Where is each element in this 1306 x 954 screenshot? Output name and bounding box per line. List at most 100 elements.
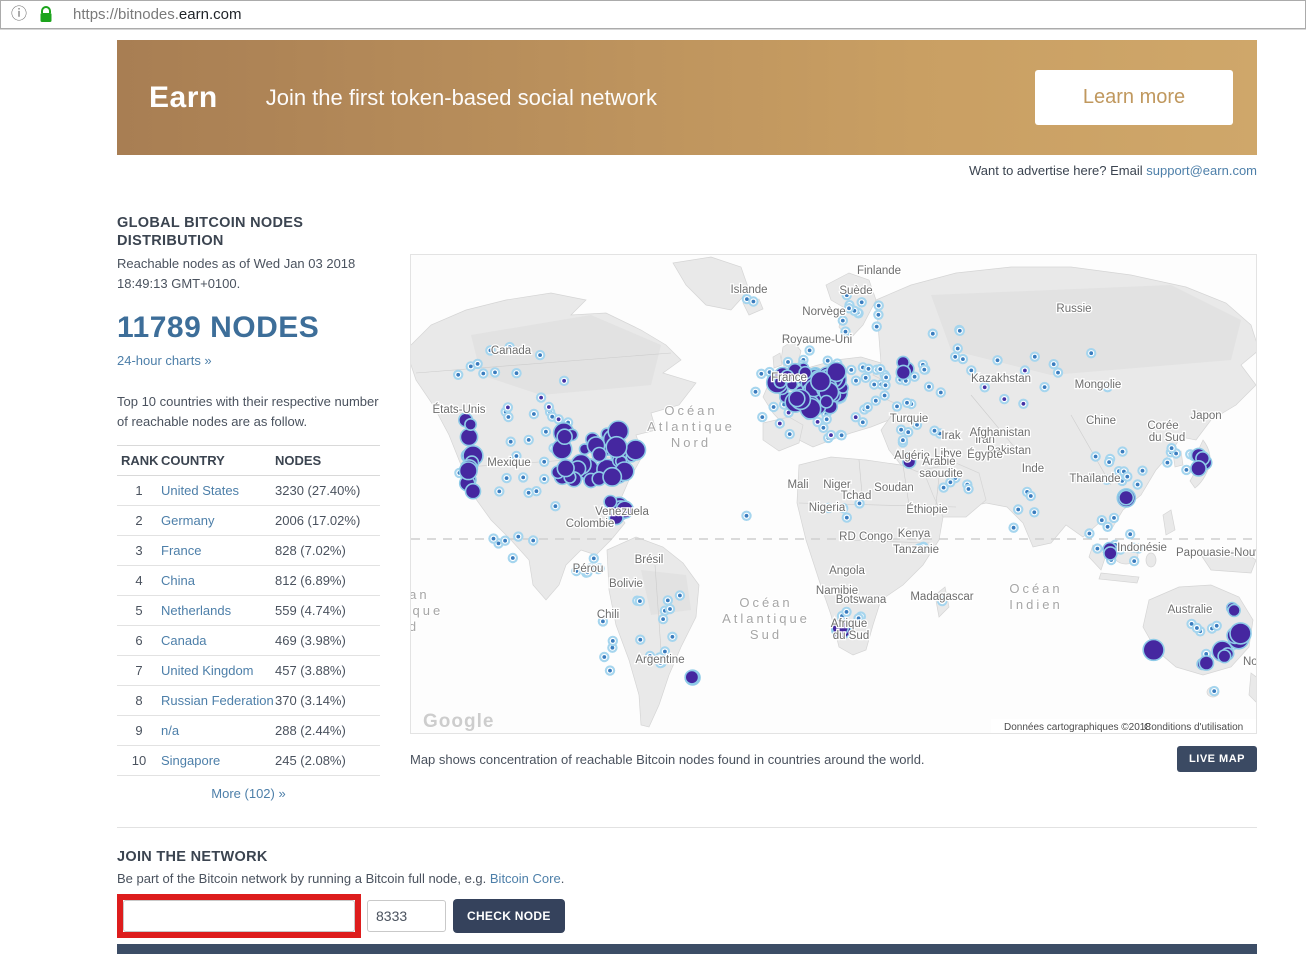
node-address-input[interactable] bbox=[123, 900, 355, 932]
learn-more-button[interactable]: Learn more bbox=[1035, 70, 1233, 125]
country-label: Kenya bbox=[898, 528, 931, 540]
top-countries-table: RANK COUNTRY NODES 1United States3230 (2… bbox=[117, 445, 380, 776]
country-label: Botswana bbox=[836, 594, 887, 606]
country-label: saoudite bbox=[919, 468, 962, 480]
country-label: Brésil bbox=[635, 554, 664, 566]
rank-cell: 7 bbox=[117, 656, 161, 686]
page-info-icon[interactable]: ⓘ bbox=[11, 7, 27, 23]
table-row: 10Singapore245 (2.08%) bbox=[117, 746, 380, 776]
table-row: 4China812 (6.89%) bbox=[117, 566, 380, 596]
country-link[interactable]: France bbox=[161, 543, 201, 558]
table-row: 8Russian Federation370 (3.14%) bbox=[117, 686, 380, 716]
top-countries-intro: Top 10 countries with their respective n… bbox=[117, 392, 380, 431]
rank-cell: 1 bbox=[117, 476, 161, 506]
country-label: Tchad bbox=[841, 490, 872, 502]
country-cell: Germany bbox=[161, 506, 275, 536]
country-label: Russie bbox=[1056, 303, 1091, 315]
country-label: RD Congo bbox=[839, 531, 893, 543]
country-label: Irak bbox=[941, 430, 960, 442]
browser-chrome: ⓘ https://bitnodes.earn.com bbox=[0, 0, 1306, 30]
join-desc-text: Be part of the Bitcoin network by runnin… bbox=[117, 871, 490, 886]
country-label: du Sud bbox=[833, 630, 869, 642]
rank-cell: 8 bbox=[117, 686, 161, 716]
table-row: 2Germany2006 (17.02%) bbox=[117, 506, 380, 536]
country-label: Argentine bbox=[635, 654, 684, 666]
table-row: 9n/a288 (2.44%) bbox=[117, 716, 380, 746]
country-label: Bolivie bbox=[609, 578, 643, 590]
country-header: COUNTRY bbox=[161, 446, 275, 476]
nodes-cell: 559 (4.74%) bbox=[275, 596, 380, 626]
country-cell: Netherlands bbox=[161, 596, 275, 626]
24-hour-charts-link[interactable]: 24-hour charts » bbox=[117, 353, 212, 368]
country-cell: France bbox=[161, 536, 275, 566]
rank-cell: 10 bbox=[117, 746, 161, 776]
url-prefix: https://bitnodes. bbox=[73, 6, 179, 23]
country-label: Afghanistan bbox=[970, 427, 1031, 439]
country-label: Tanzanie bbox=[893, 544, 939, 556]
map-attribution: Données cartographiques ©2018 bbox=[1004, 722, 1151, 733]
country-label: Pérou bbox=[573, 563, 604, 575]
country-label: Kazakhstan bbox=[971, 373, 1031, 385]
rank-cell: 5 bbox=[117, 596, 161, 626]
country-label: Mali bbox=[787, 479, 808, 491]
advertise-email-link[interactable]: support@earn.com bbox=[1146, 163, 1257, 178]
country-label: Mexique bbox=[487, 457, 530, 469]
country-cell: United Kingdom bbox=[161, 656, 275, 686]
ocean-label: Océan bbox=[739, 595, 792, 610]
https-lock-icon[interactable] bbox=[39, 6, 53, 23]
join-desc-suffix: . bbox=[561, 871, 565, 886]
country-label: Mongolie bbox=[1075, 379, 1122, 391]
live-map-button[interactable]: LIVE MAP bbox=[1177, 746, 1257, 772]
table-row: 7United Kingdom457 (3.88%) bbox=[117, 656, 380, 686]
country-label: Madagascar bbox=[910, 591, 973, 603]
url-domain: earn.com bbox=[179, 6, 242, 23]
country-link[interactable]: Canada bbox=[161, 633, 207, 648]
country-label: Nigeria bbox=[809, 502, 846, 514]
country-label: Papouasie-Nouvelle-G bbox=[1176, 547, 1256, 559]
table-row: 1United States3230 (27.40%) bbox=[117, 476, 380, 506]
map-terms-link[interactable]: Conditions d'utilisation bbox=[1144, 722, 1243, 733]
url-text[interactable]: https://bitnodes.earn.com bbox=[73, 6, 241, 23]
country-label: États-Unis bbox=[432, 403, 485, 416]
country-link[interactable]: Germany bbox=[161, 513, 214, 528]
bitcoin-core-link[interactable]: Bitcoin Core bbox=[490, 871, 561, 886]
country-label: Islande bbox=[730, 284, 767, 296]
country-link[interactable]: United States bbox=[161, 483, 239, 498]
country-link[interactable]: United Kingdom bbox=[161, 663, 254, 678]
port-input[interactable] bbox=[367, 900, 446, 932]
country-label: Inde bbox=[1022, 463, 1044, 475]
country-cell: n/a bbox=[161, 716, 275, 746]
page-title: GLOBAL BITCOIN NODES DISTRIBUTION bbox=[117, 214, 380, 250]
browser-address-bar[interactable]: ⓘ https://bitnodes.earn.com bbox=[0, 0, 1306, 29]
country-label: du Sud bbox=[1149, 432, 1185, 444]
country-label: Égypte bbox=[967, 448, 1003, 461]
more-countries-link[interactable]: More (102) » bbox=[117, 786, 380, 801]
rank-cell: 3 bbox=[117, 536, 161, 566]
country-link[interactable]: Russian Federation bbox=[161, 693, 274, 708]
check-node-button[interactable]: CHECK NODE bbox=[453, 899, 565, 933]
annotation-highlight-box bbox=[117, 894, 361, 938]
nodes-cell: 370 (3.14%) bbox=[275, 686, 380, 716]
table-row: 5Netherlands 559 (4.74%) bbox=[117, 596, 380, 626]
section-divider bbox=[117, 827, 1257, 828]
country-label: Thaïlande bbox=[1069, 473, 1120, 485]
country-label: Éthiopie bbox=[906, 503, 948, 516]
earn-ad-banner[interactable]: Earn Join the first token-based social n… bbox=[117, 40, 1257, 155]
ocean-label: Sud bbox=[411, 619, 419, 634]
stats-sidebar: GLOBAL BITCOIN NODES DISTRIBUTION Reacha… bbox=[117, 214, 380, 801]
nodes-cell: 469 (3.98%) bbox=[275, 626, 380, 656]
country-cell: China bbox=[161, 566, 275, 596]
country-link[interactable]: n/a bbox=[161, 723, 179, 738]
node-count: 11789 NODES bbox=[117, 311, 380, 345]
country-label: Afrique bbox=[831, 618, 867, 630]
country-link[interactable]: Netherlands bbox=[161, 603, 231, 618]
country-link[interactable]: Singapore bbox=[161, 753, 220, 768]
ocean-label: Pacifique bbox=[411, 603, 443, 618]
ocean-label: Indien bbox=[1009, 597, 1062, 612]
bitcoin-nodes-map[interactable]: CanadaIslandeFinlandeSuèdeNorvègeRussieR… bbox=[410, 254, 1257, 734]
ocean-label: Atlantique bbox=[722, 611, 810, 626]
country-label: Soudan bbox=[874, 482, 914, 494]
country-link[interactable]: China bbox=[161, 573, 195, 588]
nodes-cell: 2006 (17.02%) bbox=[275, 506, 380, 536]
country-label: Suède bbox=[839, 285, 872, 297]
